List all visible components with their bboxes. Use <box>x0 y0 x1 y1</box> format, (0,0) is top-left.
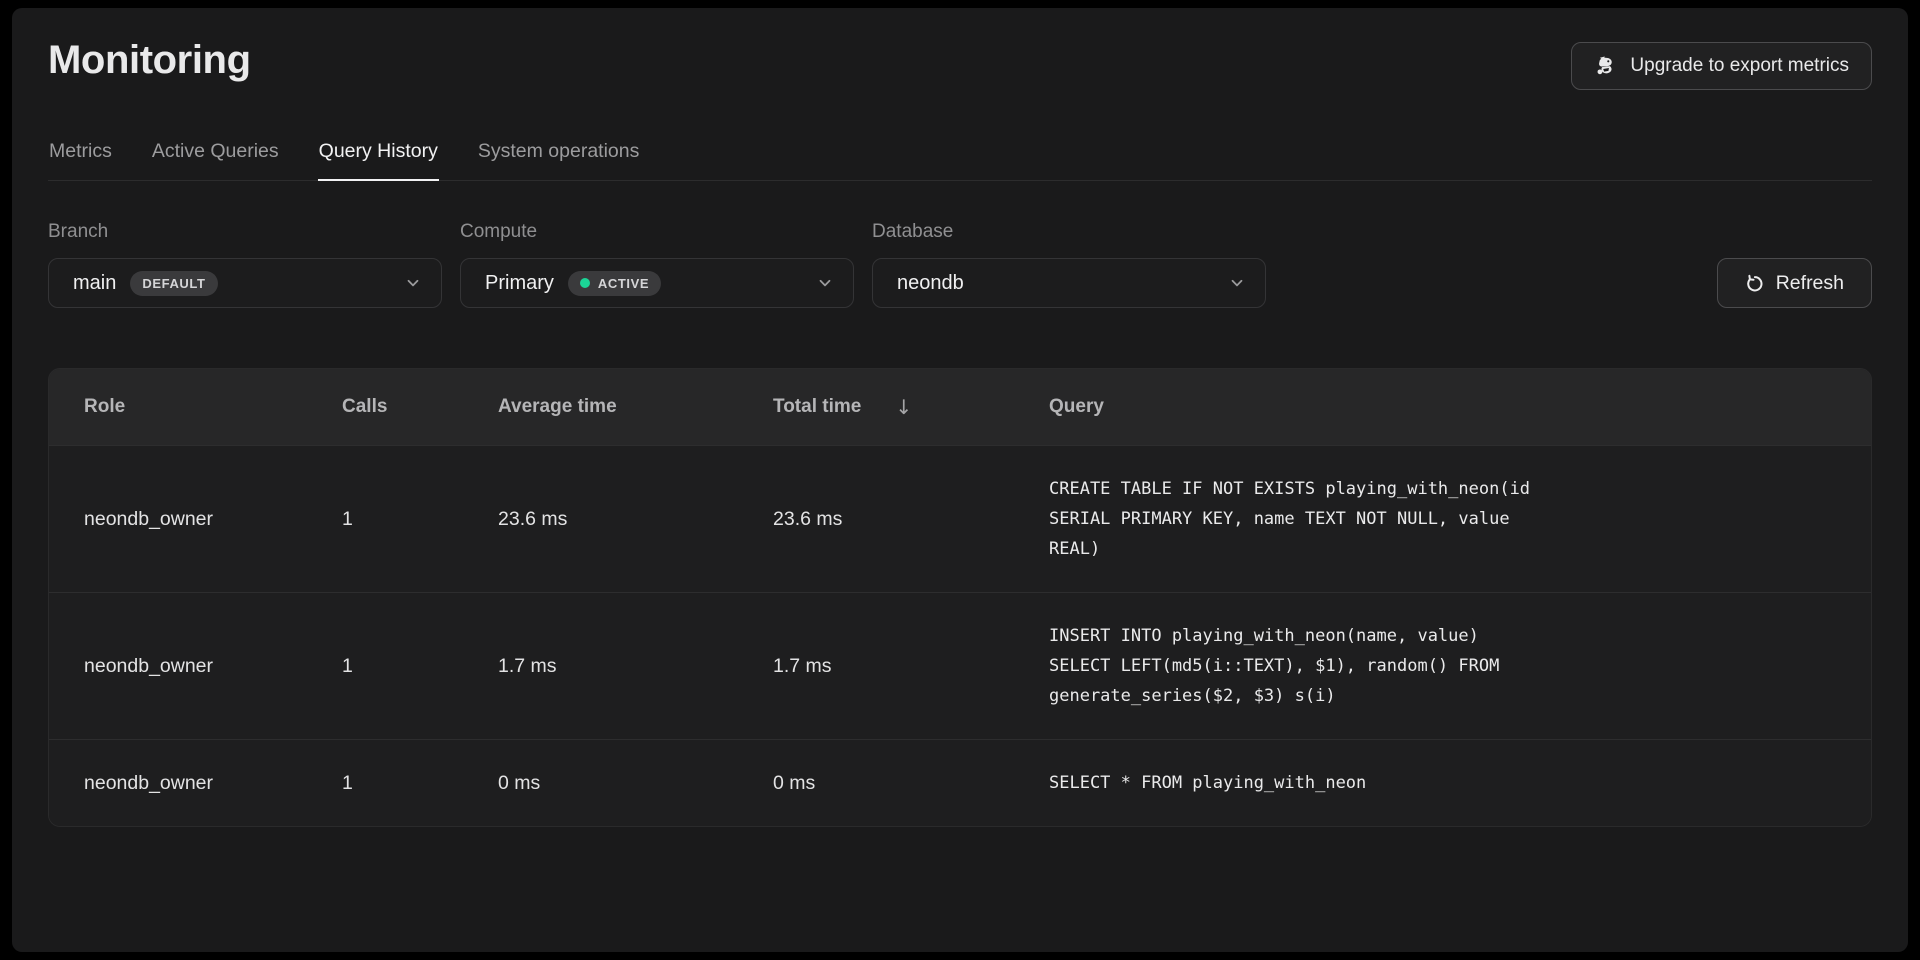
compute-select[interactable]: Primary ACTIVE <box>460 258 854 308</box>
table-header-row: Role Calls Average time Total time ↓ Que… <box>49 369 1871 445</box>
compute-value: Primary <box>485 272 554 295</box>
calls-cell: 1 <box>342 772 498 795</box>
average-time-cell: 0 ms <box>498 772 773 795</box>
total-time-cell: 23.6 ms <box>773 508 1049 531</box>
sort-descending-icon: ↓ <box>895 395 912 419</box>
upgrade-button-label: Upgrade to export metrics <box>1630 55 1849 77</box>
chevron-down-icon <box>817 275 833 291</box>
page-title: Monitoring <box>48 38 251 83</box>
tab-query-history[interactable]: Query History <box>318 140 439 181</box>
upgrade-to-export-metrics-button[interactable]: Upgrade to export metrics <box>1571 42 1872 90</box>
monitoring-tabs: Metrics Active Queries Query History Sys… <box>48 140 1872 181</box>
tab-system-operations[interactable]: System operations <box>477 140 641 180</box>
branch-value: main <box>73 272 116 295</box>
active-badge-label: ACTIVE <box>598 276 649 291</box>
database-value: neondb <box>897 272 964 295</box>
column-header-role[interactable]: Role <box>84 396 342 418</box>
average-time-cell: 23.6 ms <box>498 508 773 531</box>
total-time-cell: 0 ms <box>773 772 1049 795</box>
branch-select[interactable]: main DEFAULT <box>48 258 442 308</box>
tab-active-queries[interactable]: Active Queries <box>151 140 280 180</box>
datadog-dog-icon <box>1594 55 1617 78</box>
compute-filter: Compute Primary ACTIVE <box>460 221 854 308</box>
chevron-down-icon <box>1229 275 1245 291</box>
compute-label: Compute <box>460 221 854 243</box>
calls-cell: 1 <box>342 655 498 678</box>
branch-label: Branch <box>48 221 442 243</box>
query-cell: SELECT * FROM playing_with_neon <box>1049 740 1535 826</box>
column-header-average-time[interactable]: Average time <box>498 396 773 418</box>
calls-cell: 1 <box>342 508 498 531</box>
refresh-button-label: Refresh <box>1776 272 1844 295</box>
column-header-total-time[interactable]: Total time ↓ <box>773 395 1049 419</box>
monitoring-page: Monitoring Upgrade to export metrics Met… <box>12 8 1908 952</box>
average-time-cell: 1.7 ms <box>498 655 773 678</box>
chevron-down-icon <box>405 275 421 291</box>
active-status-dot-icon <box>580 278 590 288</box>
filter-bar: Branch main DEFAULT Compute Primary ACTI… <box>48 221 1872 308</box>
refresh-button[interactable]: Refresh <box>1717 258 1872 308</box>
active-badge: ACTIVE <box>568 271 661 296</box>
column-header-calls[interactable]: Calls <box>342 396 498 418</box>
table-row: neondb_owner 1 23.6 ms 23.6 ms CREATE TA… <box>49 445 1871 592</box>
database-filter: Database neondb <box>872 221 1266 308</box>
page-header: Monitoring Upgrade to export metrics <box>48 38 1872 90</box>
column-header-query[interactable]: Query <box>1049 396 1841 418</box>
role-cell: neondb_owner <box>84 772 342 795</box>
database-label: Database <box>872 221 1266 243</box>
query-cell: INSERT INTO playing_with_neon(name, valu… <box>1049 593 1535 739</box>
refresh-icon <box>1745 274 1764 293</box>
tab-metrics[interactable]: Metrics <box>48 140 113 180</box>
total-time-header-label: Total time <box>773 396 861 418</box>
role-cell: neondb_owner <box>84 655 342 678</box>
default-badge: DEFAULT <box>130 271 217 296</box>
query-cell: CREATE TABLE IF NOT EXISTS playing_with_… <box>1049 446 1535 592</box>
total-time-cell: 1.7 ms <box>773 655 1049 678</box>
query-history-table: Role Calls Average time Total time ↓ Que… <box>48 368 1872 827</box>
database-select[interactable]: neondb <box>872 258 1266 308</box>
role-cell: neondb_owner <box>84 508 342 531</box>
table-row: neondb_owner 1 1.7 ms 1.7 ms INSERT INTO… <box>49 592 1871 739</box>
branch-filter: Branch main DEFAULT <box>48 221 442 308</box>
table-row: neondb_owner 1 0 ms 0 ms SELECT * FROM p… <box>49 739 1871 826</box>
